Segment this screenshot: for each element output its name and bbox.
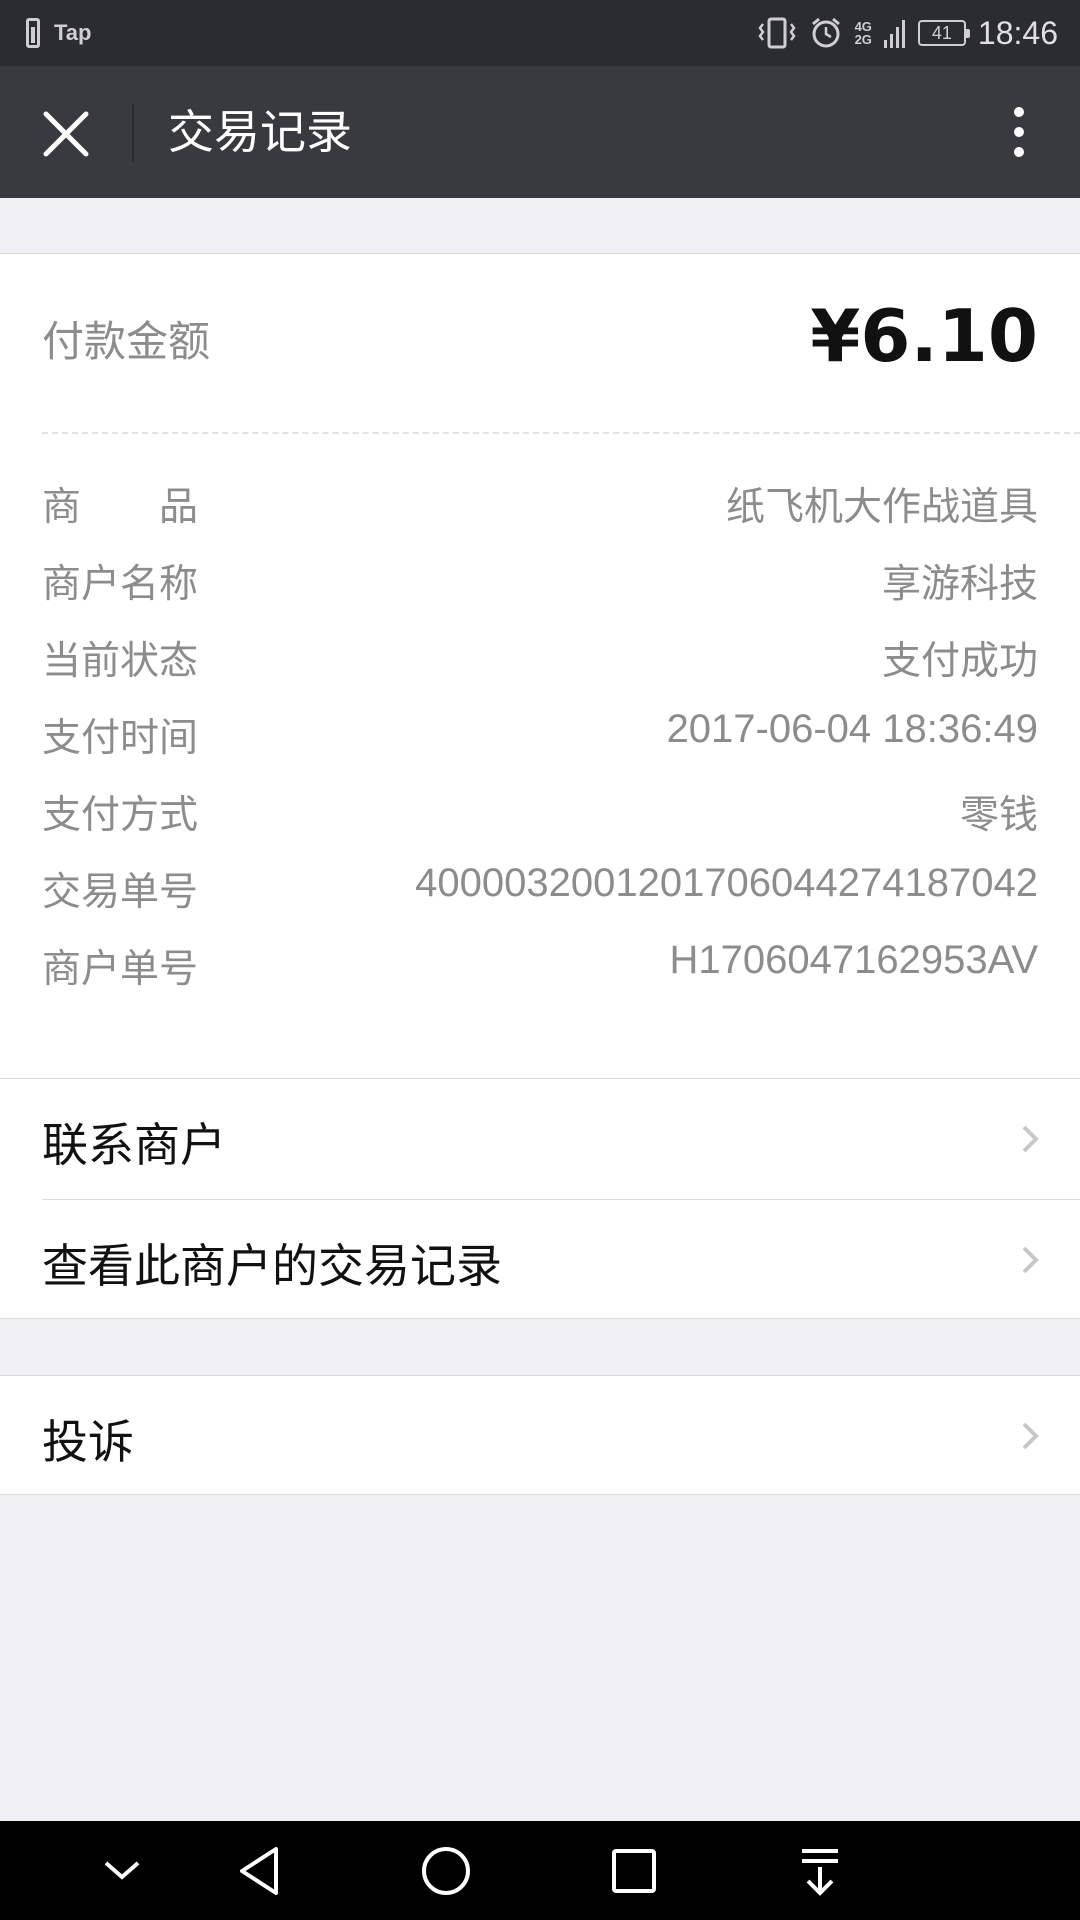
close-icon[interactable] bbox=[30, 102, 102, 162]
detail-value: 2017-06-04 18:36:49 bbox=[666, 707, 1038, 751]
system-nav-bar bbox=[0, 1821, 1080, 1920]
page-title: 交易记录 bbox=[168, 105, 352, 159]
network-type: 4G 2G bbox=[855, 20, 872, 46]
detail-value: 零钱 bbox=[959, 793, 1038, 838]
chevron-right-icon bbox=[1022, 1422, 1039, 1450]
status-right: 4G 2G 41 18:46 bbox=[757, 10, 1058, 56]
network-bottom: 2G bbox=[854, 32, 872, 47]
nav-bar: 交易记录 bbox=[0, 66, 1080, 198]
detail-value: H1706047162953AV bbox=[669, 938, 1038, 982]
signal-icon bbox=[883, 20, 905, 48]
detail-row-product: 商 品 纸飞机大作战道具 bbox=[42, 464, 1038, 541]
detail-value: 享游科技 bbox=[881, 562, 1038, 607]
battery-saver-icon bbox=[26, 18, 40, 48]
detail-row-transaction-id: 交易单号 4000032001201706044274187042 bbox=[42, 849, 1038, 926]
detail-row-status: 当前状态 支付成功 bbox=[42, 618, 1038, 695]
detail-label: 商 品 bbox=[42, 485, 199, 530]
notification-pull-icon[interactable] bbox=[790, 1843, 850, 1899]
detail-label: 商户名称 bbox=[42, 562, 199, 607]
status-time: 18:46 bbox=[977, 14, 1058, 51]
detail-value: 4000032001201706044274187042 bbox=[415, 861, 1038, 905]
complaint-row[interactable]: 投诉 bbox=[0, 1376, 1080, 1496]
back-triangle-icon[interactable] bbox=[230, 1843, 290, 1899]
detail-row-pay-method: 支付方式 零钱 bbox=[42, 772, 1038, 849]
amount-value: ¥6.10 bbox=[810, 294, 1038, 378]
transaction-detail-card: 付款金额 ¥6.10 商 品 纸飞机大作战道具 商户名称 享游科技 当前状态 支… bbox=[0, 253, 1080, 1079]
status-bar: Tap 4G 2G 41 18:46 bbox=[0, 0, 1080, 66]
detail-label: 当前状态 bbox=[42, 639, 199, 684]
detail-row-merchant-order-id: 商户单号 H1706047162953AV bbox=[42, 926, 1038, 1003]
detail-list: 商 品 纸飞机大作战道具 商户名称 享游科技 当前状态 支付成功 支付时间 20… bbox=[42, 464, 1038, 1003]
contact-merchant-label: 联系商户 bbox=[42, 1118, 226, 1172]
contact-merchant-row[interactable]: 联系商户 bbox=[0, 1079, 1080, 1199]
chevron-right-icon bbox=[1022, 1246, 1039, 1274]
recent-square-icon[interactable] bbox=[604, 1843, 664, 1899]
amount-label: 付款金额 bbox=[42, 317, 211, 366]
detail-row-pay-time: 支付时间 2017-06-04 18:36:49 bbox=[42, 695, 1038, 772]
home-circle-icon[interactable] bbox=[416, 1843, 476, 1899]
merchant-links-card: 联系商户 查看此商户的交易记录 bbox=[0, 1078, 1080, 1319]
complaint-card: 投诉 bbox=[0, 1375, 1080, 1495]
chevron-right-icon bbox=[1022, 1125, 1039, 1153]
complaint-label: 投诉 bbox=[42, 1415, 134, 1469]
detail-value: 纸飞机大作战道具 bbox=[725, 485, 1038, 530]
status-left: Tap bbox=[26, 14, 91, 52]
chevron-down-icon[interactable] bbox=[92, 1843, 152, 1899]
view-merchant-records-label: 查看此商户的交易记录 bbox=[42, 1239, 502, 1293]
vibrate-icon bbox=[758, 17, 796, 49]
view-merchant-records-row[interactable]: 查看此商户的交易记录 bbox=[0, 1200, 1080, 1320]
status-app-name: Tap bbox=[54, 20, 92, 45]
detail-row-merchant-name: 商户名称 享游科技 bbox=[42, 541, 1038, 618]
battery-icon: 41 bbox=[917, 20, 970, 46]
dashed-divider bbox=[42, 432, 1080, 434]
amount-row: 付款金额 ¥6.10 bbox=[42, 294, 1038, 384]
detail-label: 支付时间 bbox=[42, 716, 199, 761]
nav-divider bbox=[132, 104, 134, 162]
detail-label: 交易单号 bbox=[42, 870, 199, 915]
detail-label: 商户单号 bbox=[42, 947, 199, 992]
more-vertical-icon[interactable] bbox=[994, 102, 1044, 162]
detail-label: 支付方式 bbox=[42, 793, 199, 838]
alarm-icon bbox=[811, 17, 840, 48]
detail-value: 支付成功 bbox=[881, 639, 1038, 684]
